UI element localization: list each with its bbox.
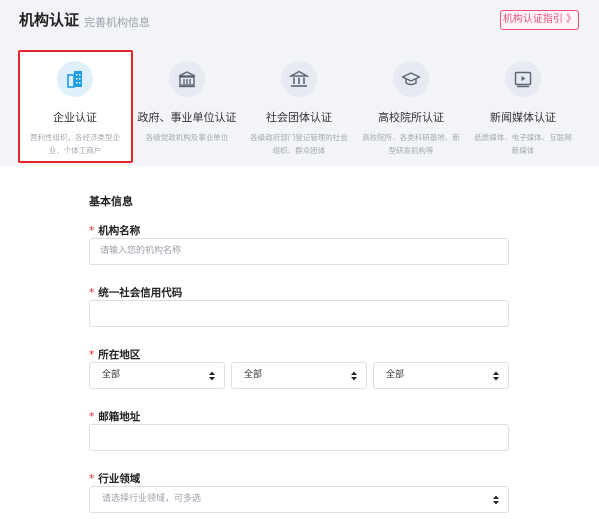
required-mark: *	[89, 349, 95, 361]
section-title-basic-info: 基本信息	[89, 195, 133, 208]
district-select[interactable]: 全部	[373, 362, 509, 389]
government-building-icon	[169, 61, 205, 97]
address-label: * 邮箱地址	[89, 409, 140, 424]
card-desc: 纸质媒体、电子媒体、互联网新媒体	[474, 133, 572, 155]
org-name-label-text: 机构名称	[98, 225, 141, 237]
credit-code-input[interactable]	[89, 300, 509, 327]
industry-select[interactable]: 请选择行业领域，可多选	[89, 486, 509, 513]
card-desc: 各级党政机构及事业单位	[145, 133, 229, 142]
region-label: * 所在地区	[89, 347, 140, 362]
card-label: 企业认证	[53, 111, 97, 124]
sort-caret-icon	[351, 371, 357, 381]
card-social-group[interactable]: 社会团体认证 各级政府部门登记管理的社会组织、群众团体	[243, 50, 355, 162]
required-mark: *	[89, 411, 95, 423]
sort-caret-icon	[209, 371, 215, 381]
industry-label: * 行业领域	[89, 471, 140, 486]
page-header: 机构认证 完善机构信息 机构认证指引 》	[0, 0, 599, 40]
card-government[interactable]: 政府、事业单位认证 各级党政机构及事业单位	[131, 50, 243, 162]
auth-guide-button[interactable]: 机构认证指引 》	[500, 10, 579, 30]
credit-code-label-text: 统一社会信用代码	[98, 287, 183, 299]
card-university[interactable]: 高校院所认证 高校院所、各类科研基地、新型研发机构等	[355, 50, 467, 162]
required-mark: *	[89, 473, 95, 485]
media-player-icon	[505, 61, 541, 97]
graduation-cap-icon	[393, 61, 429, 97]
district-select-value: 全部	[386, 370, 405, 380]
card-desc: 高校院所、各类科研基地、新型研发机构等	[362, 133, 460, 155]
auth-type-panel: 机构认证 完善机构信息 机构认证指引 》 企业认证 营利性组织、各经济类型企业、…	[0, 0, 599, 166]
page-title: 机构认证	[19, 11, 80, 29]
address-input[interactable]	[89, 424, 509, 451]
card-label: 社会团体认证	[266, 111, 332, 124]
institution-pillars-icon	[281, 61, 317, 97]
card-label: 新闻媒体认证	[490, 111, 556, 124]
province-select[interactable]: 全部	[89, 362, 225, 389]
card-news-media[interactable]: 新闻媒体认证 纸质媒体、电子媒体、互联网新媒体	[467, 50, 579, 162]
card-label: 高校院所认证	[378, 111, 444, 124]
building-icon	[57, 61, 93, 97]
required-mark: *	[89, 225, 95, 237]
org-name-label: * 机构名称	[89, 223, 140, 238]
region-label-text: 所在地区	[98, 349, 141, 361]
industry-select-placeholder: 请选择行业领域，可多选	[102, 494, 202, 504]
sort-caret-icon	[493, 371, 499, 381]
address-label-text: 邮箱地址	[98, 411, 141, 423]
card-enterprise[interactable]: 企业认证 营利性组织、各经济类型企业、个体工商户	[19, 50, 131, 162]
industry-label-text: 行业领域	[98, 473, 141, 485]
card-label: 政府、事业单位认证	[137, 111, 237, 124]
card-desc: 营利性组织、各经济类型企业、个体工商户	[30, 133, 120, 155]
page-subtitle: 完善机构信息	[84, 16, 150, 29]
city-select[interactable]: 全部	[231, 362, 367, 389]
credit-code-label: * 统一社会信用代码	[89, 285, 182, 300]
card-desc: 各级政府部门登记管理的社会组织、群众团体	[250, 133, 348, 155]
province-select-value: 全部	[102, 370, 121, 380]
org-name-input[interactable]: 请输入您的机构名称	[89, 238, 509, 265]
sort-caret-icon	[493, 495, 499, 505]
city-select-value: 全部	[244, 370, 263, 380]
required-mark: *	[89, 287, 95, 299]
